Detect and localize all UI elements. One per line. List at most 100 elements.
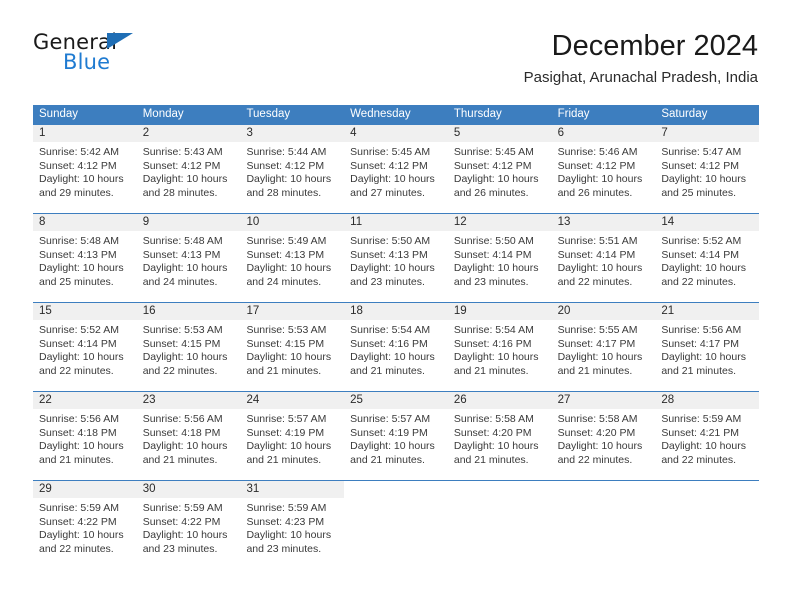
calendar-grid: Sunday Monday Tuesday Wednesday Thursday… xyxy=(33,105,760,569)
sunrise-text: Sunrise: 5:49 AM xyxy=(246,235,327,247)
daylight-text-line1: Daylight: 10 hours xyxy=(39,173,124,186)
day-number: 27 xyxy=(551,392,656,409)
day-details: Sunrise: 5:56 AM Sunset: 4:17 PM Dayligh… xyxy=(655,320,759,378)
day-number: 4 xyxy=(344,125,448,142)
day-cell[interactable]: 21 Sunrise: 5:56 AM Sunset: 4:17 PM Dayl… xyxy=(655,303,760,391)
daylight-text-line1: Daylight: 10 hours xyxy=(557,351,643,364)
generalblue-logo[interactable]: General Blue xyxy=(33,30,233,86)
daylight-text-line2: and 28 minutes. xyxy=(142,186,218,199)
day-cell[interactable]: 3 Sunrise: 5:44 AM Sunset: 4:12 PM Dayli… xyxy=(240,125,345,213)
daylight-text-line2: and 22 minutes. xyxy=(39,542,114,555)
sunrise-text: Sunrise: 5:59 AM xyxy=(142,502,223,514)
day-number: 22 xyxy=(33,392,137,409)
day-number: 16 xyxy=(136,303,241,320)
day-cell[interactable]: 10 Sunrise: 5:49 AM Sunset: 4:13 PM Dayl… xyxy=(240,214,345,302)
day-details: Sunrise: 5:56 AM Sunset: 4:18 PM Dayligh… xyxy=(137,409,241,467)
day-details: Sunrise: 5:54 AM Sunset: 4:16 PM Dayligh… xyxy=(448,320,552,378)
sunrise-text: Sunrise: 5:59 AM xyxy=(661,413,742,425)
day-details: Sunrise: 5:57 AM Sunset: 4:19 PM Dayligh… xyxy=(240,409,344,467)
day-cell[interactable]: 19 Sunrise: 5:54 AM Sunset: 4:16 PM Dayl… xyxy=(447,303,552,391)
day-cell[interactable]: 8 Sunrise: 5:48 AM Sunset: 4:13 PM Dayli… xyxy=(33,214,137,302)
daylight-text-line1: Daylight: 10 hours xyxy=(142,173,228,186)
day-number: 5 xyxy=(447,125,552,142)
sunset-text: Sunset: 4:22 PM xyxy=(142,515,221,528)
day-cell[interactable]: 30 Sunrise: 5:59 AM Sunset: 4:22 PM Dayl… xyxy=(136,481,241,569)
day-number: 20 xyxy=(551,303,656,320)
weekday-header-monday: Monday xyxy=(142,108,184,120)
sunset-text: Sunset: 4:12 PM xyxy=(39,159,117,172)
day-details: Sunrise: 5:50 AM Sunset: 4:14 PM Dayligh… xyxy=(448,231,552,289)
day-cell[interactable]: 18 Sunrise: 5:54 AM Sunset: 4:16 PM Dayl… xyxy=(344,303,448,391)
day-details: Sunrise: 5:42 AM Sunset: 4:12 PM Dayligh… xyxy=(33,142,137,200)
day-cell[interactable]: 9 Sunrise: 5:48 AM Sunset: 4:13 PM Dayli… xyxy=(136,214,241,302)
day-number: 23 xyxy=(136,392,241,409)
day-number: 13 xyxy=(551,214,656,231)
page-title: December 2024 xyxy=(551,30,758,62)
day-cell[interactable]: 17 Sunrise: 5:53 AM Sunset: 4:15 PM Dayl… xyxy=(240,303,345,391)
sunset-text: Sunset: 4:12 PM xyxy=(246,159,325,172)
daylight-text-line2: and 23 minutes. xyxy=(246,542,322,555)
day-details: Sunrise: 5:44 AM Sunset: 4:12 PM Dayligh… xyxy=(240,142,344,200)
day-number xyxy=(655,481,760,498)
week-row: 15 Sunrise: 5:52 AM Sunset: 4:14 PM Dayl… xyxy=(33,302,760,391)
day-number: 10 xyxy=(240,214,345,231)
day-cell[interactable]: 14 Sunrise: 5:52 AM Sunset: 4:14 PM Dayl… xyxy=(655,214,760,302)
daylight-text-line1: Daylight: 10 hours xyxy=(661,173,746,186)
day-cell[interactable]: 23 Sunrise: 5:56 AM Sunset: 4:18 PM Dayl… xyxy=(136,392,241,480)
sunrise-text: Sunrise: 5:45 AM xyxy=(350,146,431,158)
sunset-text: Sunset: 4:12 PM xyxy=(453,159,532,172)
sunset-text: Sunset: 4:13 PM xyxy=(350,248,428,261)
week-row: 29 Sunrise: 5:59 AM Sunset: 4:22 PM Dayl… xyxy=(33,480,760,569)
sunset-text: Sunset: 4:18 PM xyxy=(142,426,221,439)
daylight-text-line2: and 22 minutes. xyxy=(661,275,737,288)
day-cell[interactable]: 16 Sunrise: 5:53 AM Sunset: 4:15 PM Dayl… xyxy=(136,303,241,391)
daylight-text-line1: Daylight: 10 hours xyxy=(557,262,643,275)
day-cell[interactable]: 13 Sunrise: 5:51 AM Sunset: 4:14 PM Dayl… xyxy=(551,214,656,302)
sunrise-text: Sunrise: 5:53 AM xyxy=(246,324,327,336)
sunrise-text: Sunrise: 5:48 AM xyxy=(39,235,119,247)
day-cell[interactable]: 27 Sunrise: 5:58 AM Sunset: 4:20 PM Dayl… xyxy=(551,392,656,480)
daylight-text-line2: and 21 minutes. xyxy=(246,453,322,466)
day-number: 12 xyxy=(447,214,552,231)
day-cell[interactable]: 20 Sunrise: 5:55 AM Sunset: 4:17 PM Dayl… xyxy=(551,303,656,391)
day-cell[interactable]: 31 Sunrise: 5:59 AM Sunset: 4:23 PM Dayl… xyxy=(240,481,345,569)
day-cell[interactable]: 5 Sunrise: 5:45 AM Sunset: 4:12 PM Dayli… xyxy=(447,125,552,213)
day-details: Sunrise: 5:53 AM Sunset: 4:15 PM Dayligh… xyxy=(137,320,241,378)
sunset-text: Sunset: 4:15 PM xyxy=(246,337,325,350)
day-cell[interactable]: 7 Sunrise: 5:47 AM Sunset: 4:12 PM Dayli… xyxy=(655,125,760,213)
daylight-text-line1: Daylight: 10 hours xyxy=(142,351,228,364)
day-cell[interactable]: 29 Sunrise: 5:59 AM Sunset: 4:22 PM Dayl… xyxy=(33,481,137,569)
daylight-text-line1: Daylight: 10 hours xyxy=(39,262,124,275)
daylight-text-line1: Daylight: 10 hours xyxy=(557,440,643,453)
sunset-text: Sunset: 4:21 PM xyxy=(661,426,739,439)
day-number: 30 xyxy=(136,481,241,498)
day-number: 28 xyxy=(655,392,760,409)
daylight-text-line1: Daylight: 10 hours xyxy=(142,262,228,275)
day-cell[interactable]: 24 Sunrise: 5:57 AM Sunset: 4:19 PM Dayl… xyxy=(240,392,345,480)
daylight-text-line1: Daylight: 10 hours xyxy=(661,351,746,364)
daylight-text-line2: and 21 minutes. xyxy=(142,453,218,466)
day-details: Sunrise: 5:59 AM Sunset: 4:23 PM Dayligh… xyxy=(240,498,344,556)
day-cell[interactable]: 22 Sunrise: 5:56 AM Sunset: 4:18 PM Dayl… xyxy=(33,392,137,480)
daylight-text-line2: and 26 minutes. xyxy=(557,186,633,199)
day-cell[interactable]: 26 Sunrise: 5:58 AM Sunset: 4:20 PM Dayl… xyxy=(447,392,552,480)
sunrise-text: Sunrise: 5:44 AM xyxy=(246,146,327,158)
day-cell[interactable]: 1 Sunrise: 5:42 AM Sunset: 4:12 PM Dayli… xyxy=(33,125,137,213)
day-cell[interactable]: 2 Sunrise: 5:43 AM Sunset: 4:12 PM Dayli… xyxy=(136,125,241,213)
day-cell[interactable]: 6 Sunrise: 5:46 AM Sunset: 4:12 PM Dayli… xyxy=(551,125,656,213)
day-cell[interactable]: 25 Sunrise: 5:57 AM Sunset: 4:19 PM Dayl… xyxy=(344,392,448,480)
sunset-text: Sunset: 4:19 PM xyxy=(350,426,428,439)
day-cell[interactable]: 4 Sunrise: 5:45 AM Sunset: 4:12 PM Dayli… xyxy=(344,125,448,213)
page-header: General Blue December 2024 Pasighat, Aru… xyxy=(33,28,758,96)
page-subtitle: Pasighat, Arunachal Pradesh, India xyxy=(523,69,758,86)
day-cell[interactable]: 15 Sunrise: 5:52 AM Sunset: 4:14 PM Dayl… xyxy=(33,303,137,391)
sunset-text: Sunset: 4:22 PM xyxy=(39,515,117,528)
sunset-text: Sunset: 4:12 PM xyxy=(142,159,221,172)
day-cell[interactable]: 28 Sunrise: 5:59 AM Sunset: 4:21 PM Dayl… xyxy=(655,392,760,480)
sunset-text: Sunset: 4:23 PM xyxy=(246,515,325,528)
day-cell[interactable]: 12 Sunrise: 5:50 AM Sunset: 4:14 PM Dayl… xyxy=(447,214,552,302)
daylight-text-line2: and 28 minutes. xyxy=(246,186,322,199)
day-number: 3 xyxy=(240,125,345,142)
day-cell[interactable]: 11 Sunrise: 5:50 AM Sunset: 4:13 PM Dayl… xyxy=(344,214,448,302)
daylight-text-line1: Daylight: 10 hours xyxy=(39,440,124,453)
